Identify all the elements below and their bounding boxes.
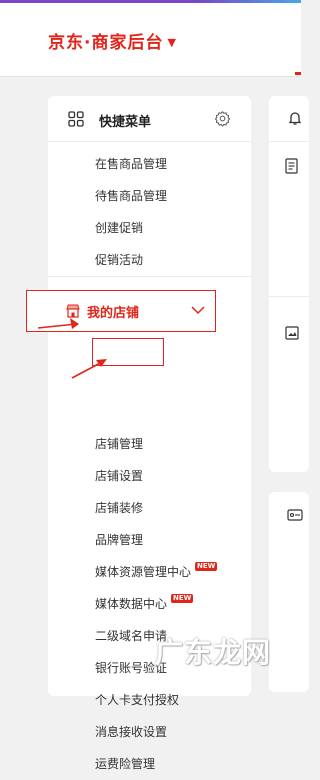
store-menu-item[interactable]: 运费险管理: [95, 748, 217, 780]
highlight-box: [92, 338, 164, 366]
watermark: 广东龙网: [154, 636, 271, 669]
store-menu-item[interactable]: 品牌管理: [95, 524, 217, 556]
store-menu-item[interactable]: 店铺设置: [95, 460, 217, 492]
store-menu-item-label: 媒体数据中心: [95, 597, 168, 611]
brand-title: 京东·商家后台: [48, 33, 164, 53]
brand-menu[interactable]: 京东·商家后台 ▼: [48, 28, 177, 53]
grid-icon: [68, 111, 84, 127]
image-icon: [285, 326, 299, 340]
sidebar-card: 快捷菜单 在售商品管理 待售商品管理 创建促销 促销活动 店铺管理 店铺设置 店…: [48, 96, 251, 771]
top-accent-line: [0, 0, 301, 3]
quick-menu-item[interactable]: 创建促销: [95, 212, 167, 244]
gear-icon[interactable]: [214, 110, 231, 127]
quick-menu-item[interactable]: 待售商品管理: [95, 180, 167, 212]
my-store-title: 我的店铺: [87, 306, 140, 321]
wallet-icon: [287, 509, 303, 521]
store-menu-item[interactable]: 店铺装修: [95, 492, 217, 524]
store-menu-list: 店铺管理 店铺设置 店铺装修 品牌管理 媒体资源管理中心 NEW 媒体数据中心 NE…: [95, 428, 218, 780]
store-menu-item-label: 媒体资源管理中心: [95, 565, 192, 579]
new-badge: NEW: [171, 594, 194, 603]
document-icon: [285, 158, 298, 174]
section-divider: [48, 276, 251, 277]
quick-menu-title: 快捷菜单: [99, 115, 152, 130]
quick-menu-header: 快捷菜单: [48, 96, 251, 142]
new-badge: NEW: [195, 562, 218, 571]
store-menu-item[interactable]: 消息接收设置: [95, 716, 217, 748]
store-menu-item-store-management[interactable]: 店铺管理: [95, 428, 217, 460]
right-panel-card: [269, 492, 309, 692]
quick-menu-list: 在售商品管理 待售商品管理 创建促销 促销活动: [95, 148, 167, 276]
bell-icon: [288, 112, 302, 125]
quick-menu-item[interactable]: 促销活动: [95, 244, 167, 276]
quick-menu-item[interactable]: 在售商品管理: [95, 148, 167, 180]
top-bar: 京东·商家后台 ▼: [0, 0, 301, 77]
header-edge-mark: [295, 72, 301, 75]
my-store-section-toggle[interactable]: 我的店铺: [26, 290, 216, 332]
right-panel-divider: [269, 296, 309, 297]
store-menu-item[interactable]: 个人卡支付授权: [95, 684, 217, 716]
store-menu-item[interactable]: 媒体资源管理中心 NEW: [95, 556, 218, 588]
right-panel-card: [269, 96, 309, 472]
caret-down-icon: ▼: [167, 36, 177, 49]
right-panel-header: [269, 96, 309, 142]
store-menu-item[interactable]: 媒体数据中心 NEW: [95, 588, 217, 620]
store-icon: [66, 304, 80, 318]
chevron-down-icon: [191, 306, 205, 315]
